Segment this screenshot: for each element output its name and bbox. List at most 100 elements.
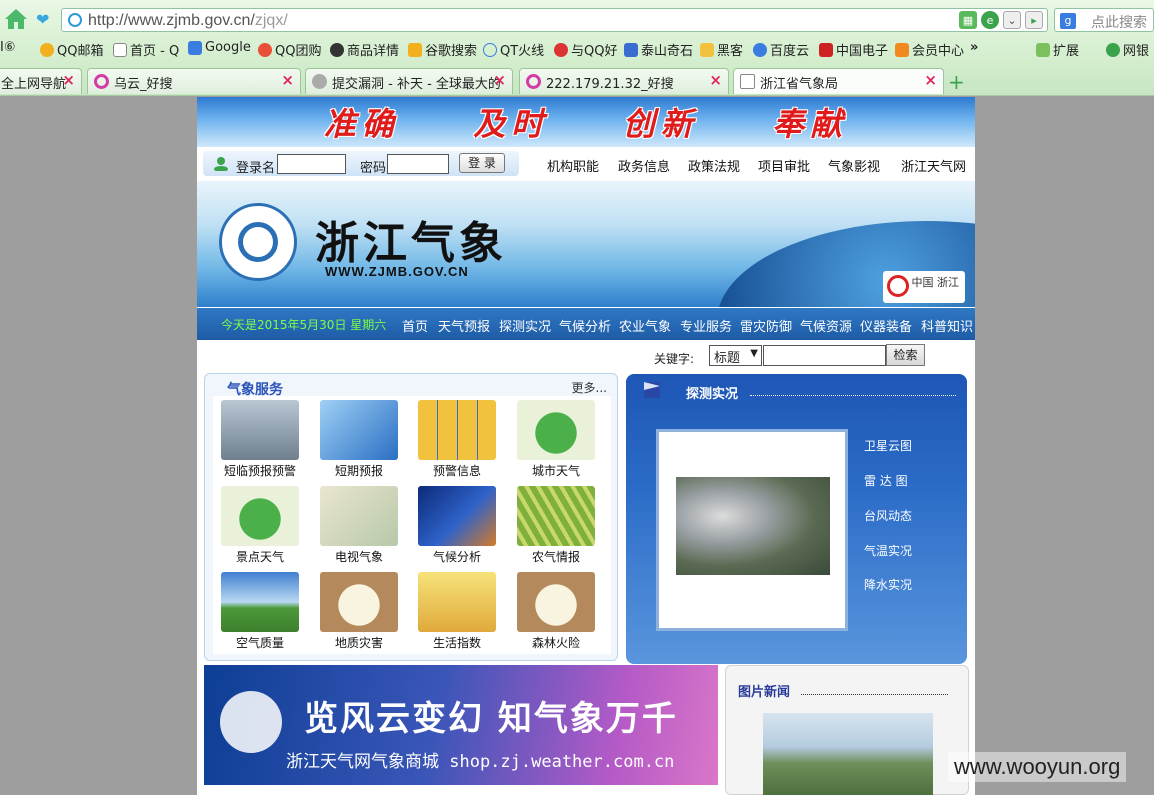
bookmark-item[interactable]: QQ团购 [258,40,321,59]
new-tab-button[interactable]: + [948,70,965,94]
username-input[interactable] [277,154,346,174]
login-panel: 登录名 密码 登 录 [203,151,519,176]
nav-lightning[interactable]: 雷灾防御 [740,316,792,335]
tab-ip-search[interactable]: 222.179.21.32_好搜 × [519,68,729,94]
tab-close-icon[interactable]: × [281,71,294,89]
nav-climate[interactable]: 气候分析 [559,316,611,335]
bookmark-item[interactable]: QT火线 [483,40,544,59]
ie-icon[interactable]: e [981,11,999,29]
city-map-thumb [517,400,595,460]
service-item[interactable]: 短期预报 [312,396,398,480]
link-temperature[interactable]: 气温实况 [864,542,912,559]
star-icon [312,74,327,89]
service-item[interactable]: 短临预报预警 [213,396,299,480]
bookmark-item[interactable]: 网银 [1106,40,1149,59]
service-item[interactable]: 生活指数 [410,568,496,652]
slogan-banner: 准确 及时 创新 奉献 [197,97,975,147]
home-icon[interactable] [4,8,28,30]
service-item[interactable]: 景点天气 [213,482,299,566]
service-item[interactable]: 农气情报 [509,482,595,566]
address-bar[interactable]: http://www.zjmb.gov.cn/zjqx/ ▦ e ⌄ ▸ [61,8,1048,32]
toplink-org[interactable]: 机构职能 [547,156,599,175]
login-button[interactable]: 登 录 [459,153,505,173]
nav-instruments[interactable]: 仪器装备 [860,316,912,335]
bank-icon [1106,42,1120,57]
tab-close-icon[interactable]: × [709,71,722,89]
toplink-zj-weather[interactable]: 浙江天气网 [901,156,966,175]
main-nav: 今天是2015年5月30日 星期六 首页 天气预报 探测实况 气候分析 农业气象… [197,308,975,340]
divider [801,694,948,695]
bookmark-item[interactable]: 百度云 [753,40,809,59]
keyword-input[interactable] [763,345,886,366]
tab-zjmb-active[interactable]: 浙江省气象局 × [733,68,944,94]
browser-search-box[interactable]: g 点此搜索 [1054,8,1154,32]
bookmark-item[interactable]: 中国电子 [819,40,888,59]
address-text[interactable]: http://www.zjmb.gov.cn/zjqx/ [88,12,288,30]
bookmarks-more-button[interactable]: » [970,40,978,55]
radar-dome-thumb [221,400,299,460]
slogan-word: 奉献 [772,105,849,143]
slogan-word: 准确 [323,105,400,143]
photo-news-panel: 图片新闻 [725,665,969,795]
bookmark-item[interactable]: 泰山奇石 [624,40,693,59]
heart-icon[interactable]: ❤ [36,10,49,29]
link-typhoon[interactable]: 台风动态 [864,507,912,524]
cma-logo-icon [219,203,297,281]
bookmark-item[interactable]: Google [188,40,251,55]
forward-icon[interactable]: ▸ [1025,11,1043,29]
service-item[interactable]: 地质灾害 [312,568,398,652]
tab-nav[interactable]: 全上网导航 × [0,68,82,94]
password-input[interactable] [387,154,449,174]
bookmark-folder-icon [408,42,422,57]
service-item[interactable]: 气候分析 [410,482,496,566]
service-item[interactable]: 空气质量 [213,568,299,652]
bookmark-item[interactable]: QQ邮箱 [40,40,103,59]
tab-close-icon[interactable]: × [493,71,506,89]
nav-home[interactable]: 首页 [402,316,428,335]
service-item[interactable]: 城市天气 [509,396,595,480]
watermark: www.wooyun.org [948,752,1127,782]
service-item[interactable]: 森林火险 [509,568,595,652]
bookmark-item[interactable]: 黑客 [700,40,743,59]
link-satellite[interactable]: 卫星云图 [864,437,912,454]
bookmark-item[interactable]: 商品详情 [330,40,399,59]
nav-agri[interactable]: 农业气象 [619,316,671,335]
toplink-approval[interactable]: 项目审批 [758,156,810,175]
satellite-image[interactable] [676,477,830,575]
toplink-policy[interactable]: 政策法规 [688,156,740,175]
link-radar[interactable]: 雷 达 图 [864,472,908,489]
nav-science[interactable]: 科普知识 [921,316,973,335]
search-engine-icon[interactable]: g [1060,13,1076,29]
nav-resources[interactable]: 气候资源 [800,316,852,335]
bookmark-item[interactable]: 谷歌搜索 [408,40,477,59]
nav-observation[interactable]: 探测实况 [499,316,551,335]
more-link[interactable]: 更多... [572,379,607,396]
service-item[interactable]: 电视气象 [312,482,398,566]
tab-butian[interactable]: 提交漏洞 - 补天 - 全球最大的 × [305,68,513,94]
shop-ad-banner[interactable]: 览风云变幻 知气象万千 浙江天气网气象商城 shop.zj.weather.co… [204,665,718,785]
toplink-video[interactable]: 气象影视 [828,156,880,175]
tab-close-icon[interactable]: × [924,71,937,89]
page-icon [740,74,755,89]
news-photo[interactable] [763,713,933,795]
bookmark-item[interactable]: 与QQ好 [554,40,617,59]
bookmark-item[interactable]: 首页 - Q [113,40,179,59]
qr-icon[interactable]: ▦ [959,11,977,29]
user-icon [214,157,228,171]
bookmark-item[interactable]: I⑥ [0,40,16,55]
tab-title: 全上网导航 [1,77,67,92]
dropdown-icon[interactable]: ⌄ [1003,11,1021,29]
bookmark-item[interactable]: 会员中心 [895,40,964,59]
tab-wooyun-search[interactable]: 乌云_好搜 × [87,68,301,94]
nav-forecast[interactable]: 天气预报 [438,316,490,335]
toplink-affairs[interactable]: 政务信息 [618,156,670,175]
link-precipitation[interactable]: 降水实况 [864,576,912,593]
satellite-frame[interactable] [656,429,848,631]
forecast-thumb [320,400,398,460]
tab-close-icon[interactable]: × [62,71,75,89]
service-item[interactable]: 预警信息 [410,396,496,480]
search-button[interactable]: 检索 [886,344,925,366]
extensions-button[interactable]: 扩展 [1036,40,1079,59]
search-field-select[interactable]: 标题 ▼ [709,345,762,366]
nav-service[interactable]: 专业服务 [680,316,732,335]
